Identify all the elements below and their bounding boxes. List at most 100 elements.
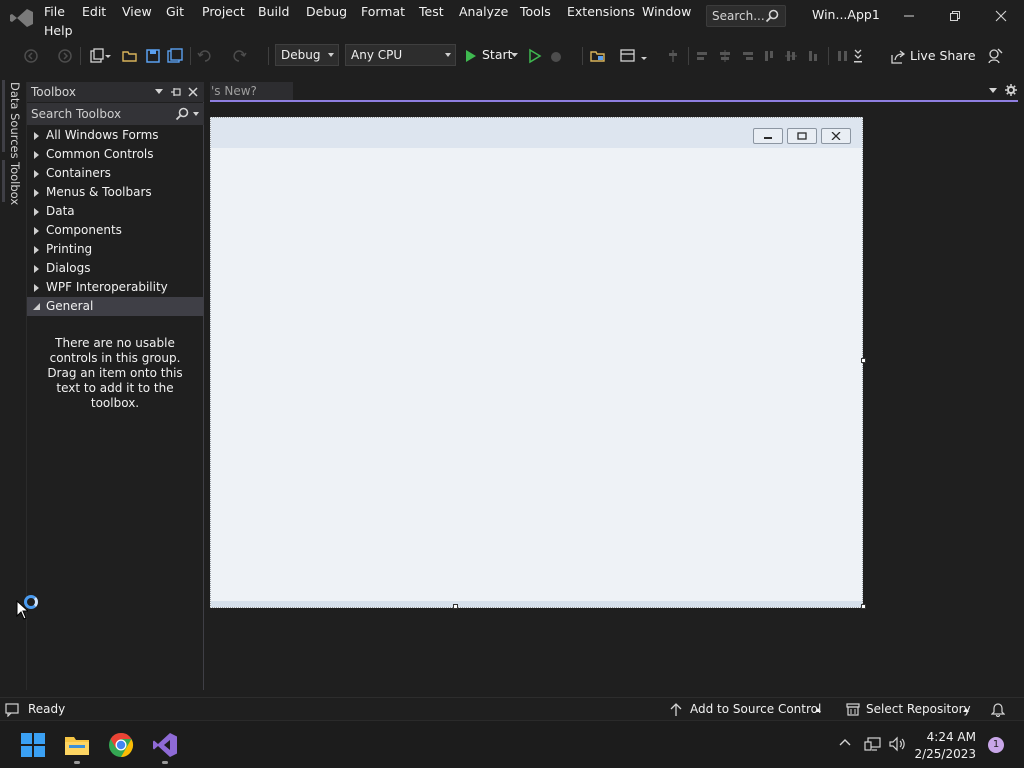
designer-form[interactable] [210, 117, 863, 608]
menu-git[interactable]: Git [166, 3, 184, 21]
toolbox-search-input[interactable]: Search Toolbox [27, 103, 204, 125]
toolbox-group-menus-toolbars[interactable]: Menus & Toolbars [27, 183, 203, 202]
restore-button[interactable] [932, 4, 978, 28]
form-designer-surface[interactable] [204, 102, 1018, 690]
file-explorer-icon[interactable] [64, 732, 90, 758]
resize-handle-right[interactable] [861, 358, 866, 363]
empty-group-message[interactable]: There are no usable controls in this gro… [37, 336, 193, 411]
visual-studio-logo-icon[interactable] [10, 8, 34, 28]
save-all-icon[interactable] [166, 47, 184, 65]
toolbar-separator [80, 47, 81, 65]
toolbox-group-common-controls[interactable]: Common Controls [27, 145, 203, 164]
notification-count-badge[interactable]: 1 [988, 737, 1004, 753]
align-icon[interactable] [664, 47, 682, 65]
configuration-value: Debug [281, 48, 321, 62]
menu-edit[interactable]: Edit [82, 3, 106, 21]
expand-triangle-icon [34, 246, 39, 254]
toolbox-group-general[interactable]: General [27, 297, 203, 316]
open-folder-icon[interactable] [121, 47, 139, 65]
close-window-button[interactable] [978, 4, 1024, 28]
align-left-icon[interactable] [694, 47, 712, 65]
toolbox-group-containers[interactable]: Containers [27, 164, 203, 183]
chevron-down-icon[interactable] [193, 112, 199, 116]
close-icon[interactable] [187, 86, 199, 98]
menu-file[interactable]: File [44, 3, 65, 21]
toolbox-group-label: Printing [46, 242, 93, 256]
toolbar-separator [688, 47, 689, 65]
menu-build[interactable]: Build [258, 3, 289, 21]
pin-icon[interactable] [170, 86, 182, 98]
tab-label: 's New? [211, 84, 257, 98]
menu-window[interactable]: Window [642, 3, 691, 21]
chrome-icon[interactable] [108, 732, 134, 758]
toolbox-group-all-windows-forms[interactable]: All Windows Forms [27, 126, 203, 145]
make-same-size-icon[interactable] [834, 47, 852, 65]
platform-dropdown[interactable]: Any CPU [345, 44, 456, 66]
panel-options-icon[interactable] [155, 89, 163, 94]
chevron-down-icon[interactable] [104, 47, 112, 65]
toolbox-group-wpf-interoperability[interactable]: WPF Interoperability [27, 278, 203, 297]
toolbox-group-dialogs[interactable]: Dialogs [27, 259, 203, 278]
form-minimize-button [753, 128, 783, 144]
toolbox-group-printing[interactable]: Printing [27, 240, 203, 259]
chevron-down-icon [328, 53, 334, 57]
toolbox-group-label: Data [46, 204, 75, 218]
menu-format[interactable]: Format [361, 3, 405, 21]
menu-view[interactable]: View [122, 3, 152, 21]
menu-project[interactable]: Project [202, 3, 245, 21]
menu-extensions[interactable]: Extensions [567, 3, 635, 21]
document-tab-bar: 's New? [210, 82, 1024, 102]
start-without-debugging-icon[interactable] [526, 47, 544, 65]
gear-icon[interactable] [1005, 84, 1017, 96]
resize-handle-bottom[interactable] [453, 604, 458, 609]
menu-tools[interactable]: Tools [520, 3, 551, 21]
notifications-bell-icon[interactable] [991, 701, 1005, 717]
toolbox-group-data[interactable]: Data [27, 202, 203, 221]
align-top-icon[interactable] [760, 47, 778, 65]
chevron-down-icon[interactable] [640, 47, 648, 65]
align-center-icon[interactable] [716, 47, 734, 65]
tab-data-sources[interactable]: Data Sources [8, 82, 22, 159]
chevron-up-icon[interactable] [838, 736, 852, 750]
menu-test[interactable]: Test [419, 3, 444, 21]
volume-icon[interactable] [889, 736, 907, 752]
layout-icon[interactable] [619, 47, 637, 65]
feedback-icon[interactable] [986, 47, 1004, 65]
clock-date[interactable]: 2/25/2023 [914, 747, 976, 761]
attach-icon[interactable] [548, 47, 566, 65]
output-status-icon[interactable] [5, 703, 19, 717]
undo-icon[interactable] [196, 47, 214, 65]
toolbox-group-label: Common Controls [46, 147, 154, 161]
network-icon[interactable] [864, 736, 882, 752]
tab-list-chevron-icon[interactable] [989, 88, 997, 93]
forward-icon[interactable] [56, 47, 74, 65]
expand-triangle-icon [34, 189, 39, 197]
minimize-button[interactable] [886, 4, 932, 28]
align-right-icon[interactable] [738, 47, 756, 65]
toolbox-group-components[interactable]: Components [27, 221, 203, 240]
toolbar-overflow-icon[interactable] [852, 47, 864, 65]
visual-studio-icon[interactable] [152, 732, 178, 758]
windows-start-icon[interactable] [20, 732, 46, 758]
toolbar-separator [268, 47, 269, 65]
configuration-dropdown[interactable]: Debug [275, 44, 339, 66]
menu-analyze[interactable]: Analyze [459, 3, 508, 21]
windows-taskbar: 4:24 AM 2/25/2023 1 [0, 720, 1024, 768]
mouse-cursor-icon [16, 600, 28, 620]
running-indicator [162, 761, 168, 764]
solution-explorer-icon[interactable] [589, 47, 607, 65]
menu-help[interactable]: Help [44, 22, 73, 40]
tab-toolbox[interactable]: Toolbox [8, 162, 22, 205]
menu-debug[interactable]: Debug [306, 3, 347, 21]
resize-handle-bottom-right[interactable] [861, 604, 866, 609]
save-icon[interactable] [144, 47, 162, 65]
back-icon[interactable] [22, 47, 40, 65]
align-bottom-icon[interactable] [804, 47, 822, 65]
redo-icon[interactable] [230, 47, 248, 65]
toolbox-header: Toolbox [27, 82, 204, 102]
tab-whats-new[interactable]: 's New? [210, 82, 293, 100]
form-close-button [821, 128, 851, 144]
search-input[interactable]: Search... [706, 5, 786, 27]
clock-time[interactable]: 4:24 AM [927, 730, 976, 744]
align-middle-icon[interactable] [782, 47, 800, 65]
